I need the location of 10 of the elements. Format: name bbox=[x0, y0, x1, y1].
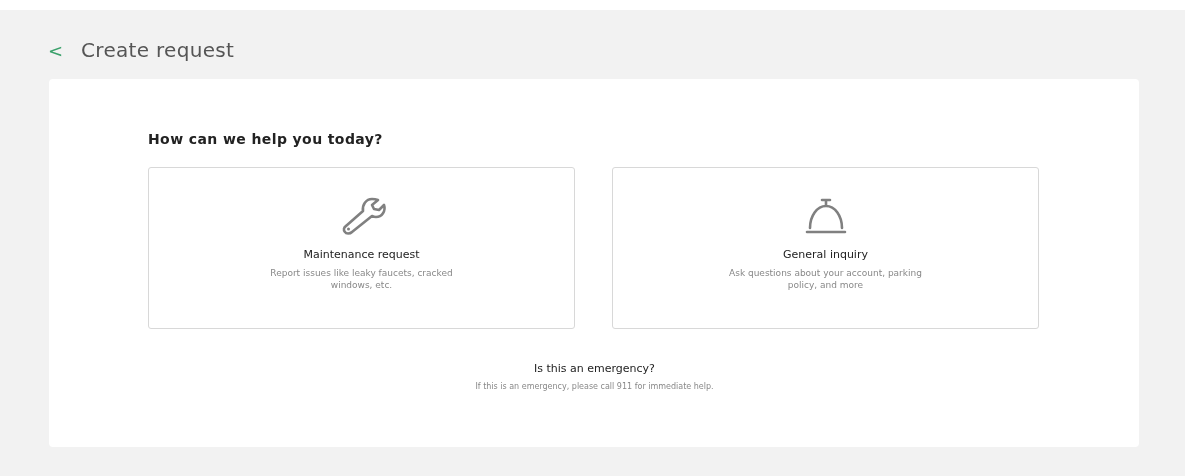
emergency-heading: Is this an emergency? bbox=[533, 362, 656, 375]
option-title: General inquiry bbox=[783, 248, 868, 261]
page-title: Create request bbox=[81, 38, 235, 62]
option-card[interactable]: General inquiry Ask questions about your account, parking policy, and more bbox=[612, 167, 1039, 329]
emergency-note: If this is an emergency, please call 911 for immediate help. bbox=[474, 382, 715, 391]
option-card[interactable]: Maintenance request Report issues like leaky faucets, cracked windows, etc. bbox=[148, 167, 575, 329]
option-description: Ask questions about your account, parking policy, and more bbox=[728, 267, 923, 291]
option-description: Report issues like leaky faucets, cracked windows, etc. bbox=[269, 267, 454, 291]
option-title: Maintenance request bbox=[303, 248, 420, 261]
section-heading: How can we help you today? bbox=[148, 131, 384, 147]
